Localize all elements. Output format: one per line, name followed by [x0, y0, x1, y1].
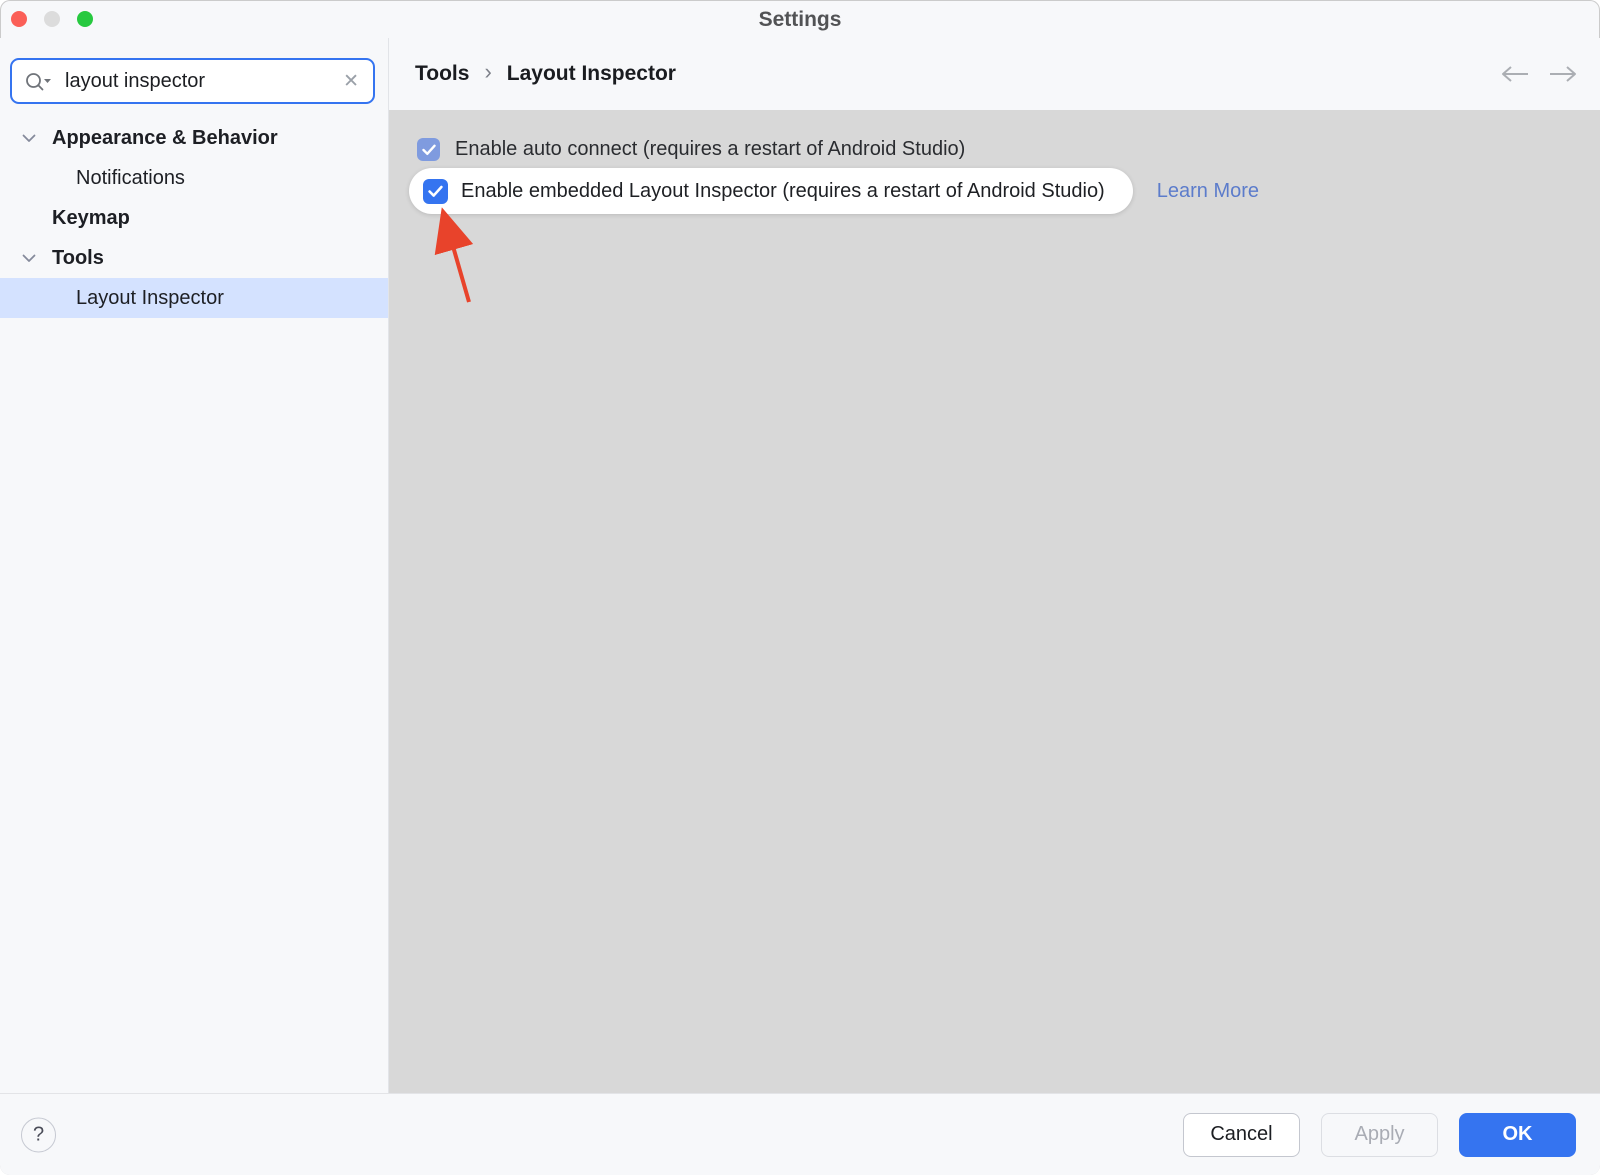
sidebar-item-label: Keymap [52, 207, 130, 230]
annotation-red-arrow [389, 110, 1600, 1093]
settings-sidebar: ✕ Appearance & Behavior Notifications Ke… [0, 38, 389, 1093]
checkmark-icon [422, 144, 436, 156]
titlebar: Settings [0, 0, 1600, 38]
embedded-layout-inspector-label: Enable embedded Layout Inspector (requir… [461, 180, 1105, 203]
settings-window: Settings ✕ Appearance & Behavior [0, 0, 1600, 1175]
sidebar-item-keymap[interactable]: Keymap [0, 198, 388, 238]
sidebar-item-label: Layout Inspector [76, 287, 224, 310]
embedded-layout-inspector-checkbox[interactable] [423, 179, 448, 204]
main-header: Tools › Layout Inspector [389, 38, 1600, 110]
settings-search-box[interactable]: ✕ [10, 58, 375, 104]
zoom-window-icon[interactable] [77, 11, 93, 27]
minimize-window-icon[interactable] [44, 11, 60, 27]
sidebar-item-label: Tools [52, 247, 104, 270]
option-enable-auto-connect: Enable auto connect (requires a restart … [417, 138, 965, 161]
breadcrumb-separator: › [484, 59, 491, 85]
help-button[interactable]: ? [21, 1117, 56, 1152]
apply-button[interactable]: Apply [1321, 1113, 1438, 1157]
chevron-down-icon[interactable] [22, 254, 36, 263]
traffic-lights [11, 11, 93, 27]
layout-inspector-settings-content: Enable auto connect (requires a restart … [389, 110, 1600, 1093]
breadcrumb: Tools › Layout Inspector [415, 61, 676, 87]
sidebar-item-tools[interactable]: Tools [0, 238, 388, 278]
auto-connect-label: Enable auto connect (requires a restart … [455, 138, 965, 161]
sidebar-item-notifications[interactable]: Notifications [0, 158, 388, 198]
back-arrow-icon[interactable] [1500, 65, 1530, 83]
close-window-icon[interactable] [11, 11, 27, 27]
footer-buttons: Cancel Apply OK [1183, 1113, 1576, 1157]
dialog-footer: ? Cancel Apply OK [0, 1093, 1600, 1175]
breadcrumb-layout-inspector: Layout Inspector [507, 62, 676, 86]
cancel-button[interactable]: Cancel [1183, 1113, 1300, 1157]
search-icon [25, 72, 52, 91]
question-mark-icon: ? [33, 1123, 44, 1146]
sidebar-item-layout-inspector[interactable]: Layout Inspector [0, 278, 388, 318]
settings-main-panel: Tools › Layout Inspector [389, 38, 1600, 1093]
sidebar-item-appearance-behavior[interactable]: Appearance & Behavior [0, 118, 388, 158]
learn-more-link[interactable]: Learn More [1157, 180, 1259, 203]
window-title: Settings [0, 0, 1600, 40]
settings-tree: Appearance & Behavior Notifications Keym… [0, 118, 388, 318]
search-input[interactable] [63, 69, 341, 94]
sidebar-item-label: Appearance & Behavior [52, 127, 278, 150]
checkmark-icon [428, 185, 443, 198]
auto-connect-checkbox[interactable] [417, 138, 440, 161]
sidebar-item-label: Notifications [76, 167, 185, 190]
option-enable-embedded-row: Enable embedded Layout Inspector (requir… [409, 168, 1259, 214]
chevron-down-icon[interactable] [22, 134, 36, 143]
forward-arrow-icon[interactable] [1548, 65, 1578, 83]
ok-button[interactable]: OK [1459, 1113, 1576, 1157]
history-navigation [1500, 65, 1578, 83]
search-highlight-pill: Enable embedded Layout Inspector (requir… [409, 168, 1133, 214]
breadcrumb-tools[interactable]: Tools [415, 62, 469, 86]
clear-search-icon[interactable]: ✕ [341, 70, 361, 93]
